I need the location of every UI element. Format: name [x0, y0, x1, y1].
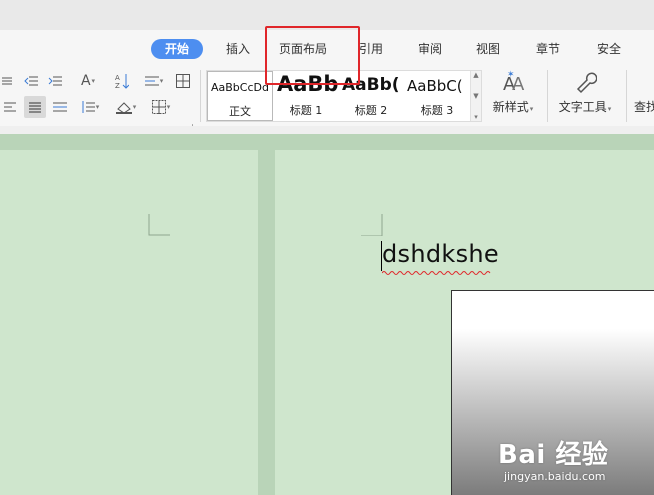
baidu-jingyan-watermark: Bai 经验 jingyan.baidu.com — [498, 434, 648, 494]
separator — [200, 70, 201, 122]
svg-text:A: A — [115, 74, 120, 82]
highlight-box — [265, 26, 360, 85]
gallery-scroll[interactable]: ▲ ▼ ▾ — [470, 71, 481, 121]
chevron-up-icon[interactable]: ▲ — [473, 71, 478, 79]
shading-icon[interactable]: ▾ — [112, 96, 140, 118]
page-previous[interactable] — [0, 150, 258, 495]
tab-insert[interactable]: 插入 — [218, 39, 258, 59]
margin-corner-mark — [361, 214, 383, 236]
separator — [626, 70, 627, 122]
justify-icon[interactable] — [24, 96, 46, 118]
gallery-more-icon[interactable]: ▾ — [474, 113, 478, 121]
tab-chapter[interactable]: 章节 — [528, 39, 568, 59]
tab-review[interactable]: 审阅 — [410, 39, 450, 59]
tab-security[interactable]: 安全 — [589, 39, 629, 59]
chevron-down-icon[interactable]: ▼ — [473, 92, 478, 100]
table-grid-icon[interactable] — [172, 71, 194, 91]
tab-view[interactable]: 视图 — [468, 39, 508, 59]
line-spacing-icon[interactable]: ▾ — [140, 71, 168, 91]
distribute-icon[interactable] — [50, 96, 70, 118]
wrench-icon — [576, 72, 597, 94]
tab-home[interactable]: 开始 — [151, 39, 203, 59]
style-heading-3[interactable]: AaBbC( 标题 3 — [404, 71, 470, 121]
spellcheck-underline — [382, 271, 491, 275]
margin-corner-mark — [148, 214, 170, 236]
style-normal[interactable]: AaBbCcDd 正文 — [207, 71, 273, 121]
wps-writer-window: 开始 插入 页面布局 引用 审阅 视图 章节 安全 A ▾ AZ ▾ ▾ ▾ ▾… — [0, 0, 654, 495]
watermark-logo: Bai 经验 — [498, 440, 609, 470]
separator — [547, 70, 548, 122]
text-tools-button[interactable]: 文字工具▾ — [553, 70, 617, 115]
decrease-indent-icon[interactable] — [22, 72, 40, 90]
svg-text:✶: ✶ — [507, 70, 515, 80]
increase-indent-icon[interactable] — [46, 72, 64, 90]
svg-text:Z: Z — [115, 82, 120, 89]
new-style-button[interactable]: A A ✶ 新样式▾ — [487, 70, 539, 115]
text-direction-icon[interactable]: A ▾ — [74, 71, 102, 91]
document-text[interactable]: dshdkshe — [382, 240, 499, 268]
paragraph-spacing-icon[interactable]: ▾ — [76, 96, 104, 118]
bullet-list-icon[interactable] — [0, 72, 14, 90]
sort-icon[interactable]: AZ — [112, 71, 132, 91]
watermark-url: jingyan.baidu.com — [504, 470, 606, 483]
find-button[interactable]: 查找 — [634, 70, 654, 115]
new-style-icon: A A ✶ — [503, 70, 525, 94]
align-left-icon[interactable] — [0, 96, 20, 118]
borders-icon[interactable]: ▾ — [146, 96, 176, 118]
